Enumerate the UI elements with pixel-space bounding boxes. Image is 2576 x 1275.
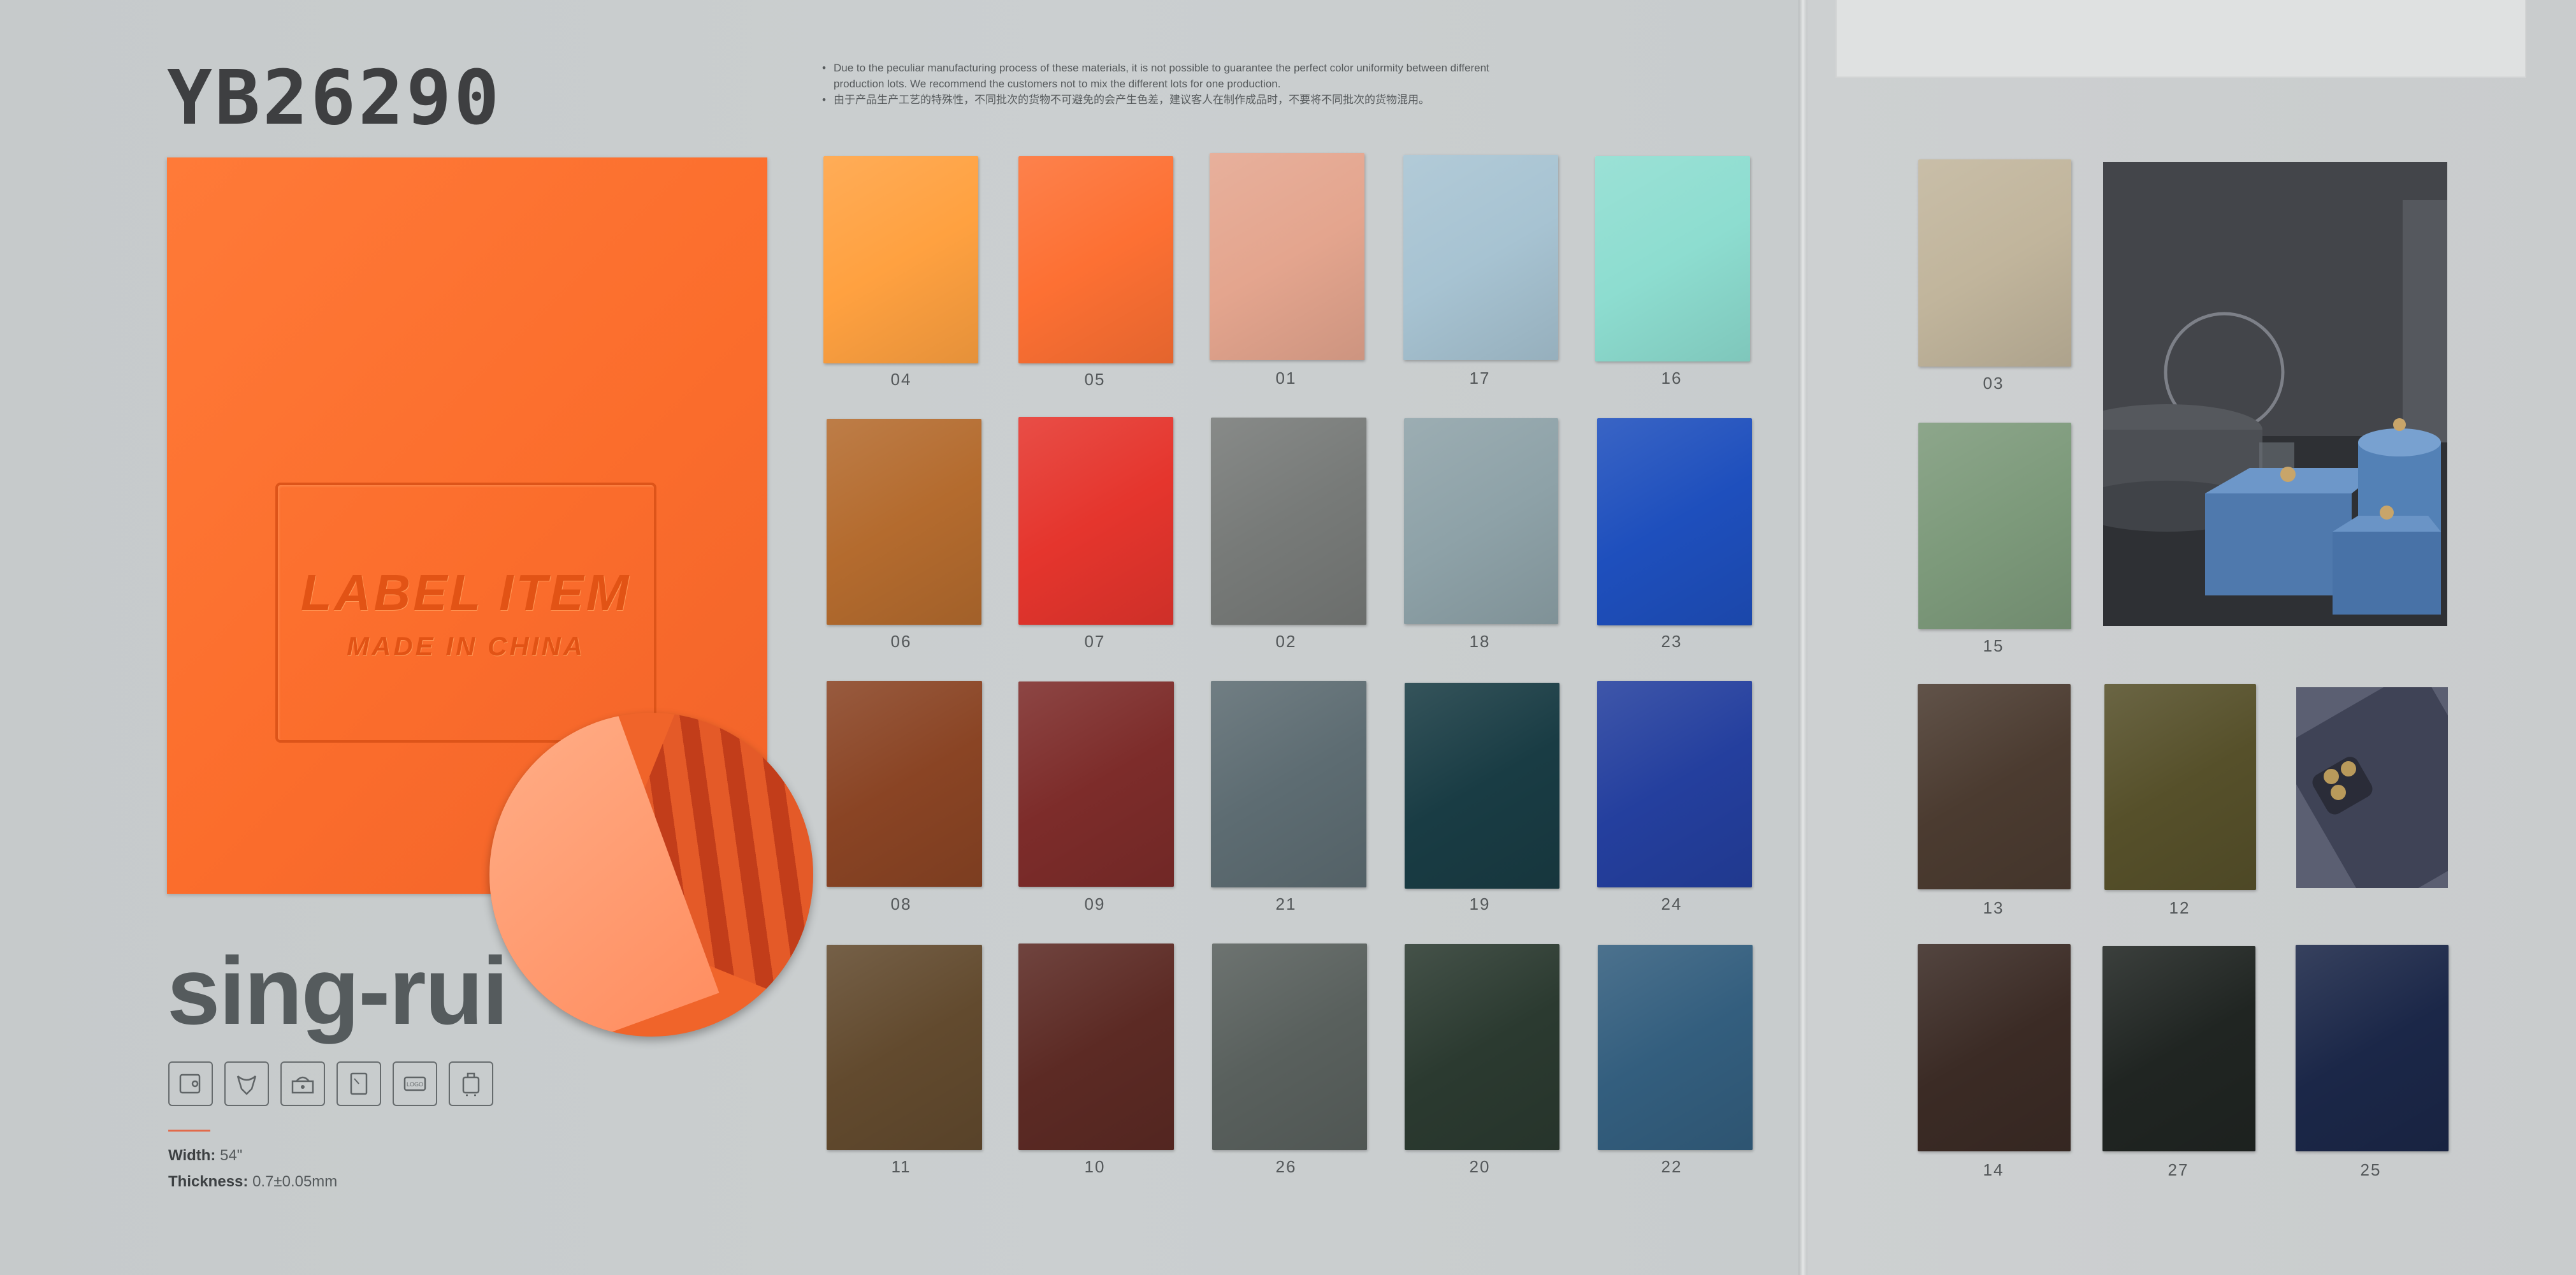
swatch-10 xyxy=(1018,943,1174,1150)
spec-thickness-label: Thickness: xyxy=(168,1173,249,1190)
color-notice: Due to the peculiar manufacturing proces… xyxy=(822,60,1510,108)
notice-chinese: 由于产品生产工艺的特殊性，不同批次的货物不可避免的会产生色差，建议客人在制作成品… xyxy=(822,92,1510,108)
swatch-16 xyxy=(1595,156,1750,361)
swatch-17 xyxy=(1403,155,1558,360)
swatch-20 xyxy=(1405,944,1559,1150)
spec-width: Width: 54" xyxy=(168,1147,242,1165)
swatch-label: 08 xyxy=(890,894,912,914)
swatch-label: 22 xyxy=(1661,1157,1682,1176)
swatch-25 xyxy=(2296,945,2449,1151)
swatch-02 xyxy=(1211,418,1366,625)
swatch-13 xyxy=(1918,684,2071,889)
usage-icons: LOGO xyxy=(168,1061,493,1106)
spec-width-label: Width: xyxy=(168,1147,216,1164)
swatch-22 xyxy=(1598,945,1753,1150)
swatch-label: 14 xyxy=(1983,1160,2004,1179)
swatch-08 xyxy=(827,681,982,887)
swatch-18 xyxy=(1404,418,1558,624)
swatch-19 xyxy=(1405,683,1559,889)
swatch-label: 04 xyxy=(890,370,912,389)
swatch-label: 10 xyxy=(1084,1157,1106,1176)
swatch-12 xyxy=(2104,684,2256,890)
swatch-label: 18 xyxy=(1469,632,1491,651)
swatch-24 xyxy=(1597,681,1752,887)
swatch-label: 05 xyxy=(1084,370,1106,389)
swatch-label: 11 xyxy=(891,1157,911,1176)
swatch-label: 25 xyxy=(2360,1160,2382,1179)
notebook-icon xyxy=(336,1061,381,1106)
swatch-label: 03 xyxy=(1983,374,2004,393)
swatch-label: 15 xyxy=(1983,636,2004,655)
swatch-label: 06 xyxy=(890,632,912,651)
spec-thickness: Thickness: 0.7±0.05mm xyxy=(168,1173,337,1191)
swatch-04 xyxy=(823,156,978,363)
accent-line xyxy=(168,1130,210,1132)
swatch-label: 21 xyxy=(1275,894,1297,914)
emboss-line1: LABEL ITEM xyxy=(300,564,632,621)
swatch-label: 19 xyxy=(1469,894,1491,914)
swatch-label: 02 xyxy=(1275,632,1297,651)
emboss-line2: MADE IN CHINA xyxy=(347,631,585,661)
swatch-label: 07 xyxy=(1084,632,1106,651)
box-icon xyxy=(280,1061,325,1106)
swatch-27 xyxy=(2102,946,2255,1151)
bag-icon xyxy=(224,1061,269,1106)
swatch-label: 26 xyxy=(1275,1157,1297,1176)
swatch-03 xyxy=(1918,159,2071,367)
swatch-label: 09 xyxy=(1084,894,1106,914)
detail-magnifier xyxy=(489,713,813,1037)
swatch-11 xyxy=(827,945,982,1150)
suitcase-icon xyxy=(449,1061,493,1106)
brand-name: sing-rui xyxy=(167,937,509,1044)
spec-width-value: 54" xyxy=(220,1147,243,1164)
swatch-05 xyxy=(1018,156,1173,363)
swatch-15 xyxy=(1918,423,2071,629)
swatch-label: 01 xyxy=(1275,368,1297,388)
logo-label-icon: LOGO xyxy=(393,1061,437,1106)
swatch-label: 12 xyxy=(2169,898,2190,917)
swatch-label: 24 xyxy=(1661,894,1682,914)
spec-thickness-value: 0.7±0.05mm xyxy=(252,1173,338,1190)
swatch-26 xyxy=(1212,943,1367,1150)
swatch-label: 17 xyxy=(1469,368,1491,388)
product-photo-phone-case xyxy=(2296,687,2448,888)
wallet-icon xyxy=(168,1061,213,1106)
embossed-label: LABEL ITEM MADE IN CHINA xyxy=(275,483,656,743)
swatch-06 xyxy=(827,419,981,625)
notice-english: Due to the peculiar manufacturing proces… xyxy=(822,60,1510,92)
swatch-label: 20 xyxy=(1469,1157,1491,1176)
swatch-07 xyxy=(1018,417,1173,625)
swatch-01 xyxy=(1210,153,1364,360)
logo-label-text: LOGO xyxy=(407,1081,423,1088)
page-fold xyxy=(1798,0,1807,1275)
swatch-label: 27 xyxy=(2167,1160,2189,1179)
swatch-23 xyxy=(1597,418,1752,625)
index-tab xyxy=(1835,0,2526,78)
swatch-21 xyxy=(1211,681,1366,887)
swatch-label: 23 xyxy=(1661,632,1682,651)
product-code: YB26290 xyxy=(167,54,502,142)
swatch-label: 16 xyxy=(1661,368,1682,388)
swatch-label: 13 xyxy=(1983,898,2004,917)
swatch-09 xyxy=(1018,681,1174,887)
swatch-14 xyxy=(1918,944,2071,1151)
product-photo-boxes xyxy=(2103,162,2447,626)
